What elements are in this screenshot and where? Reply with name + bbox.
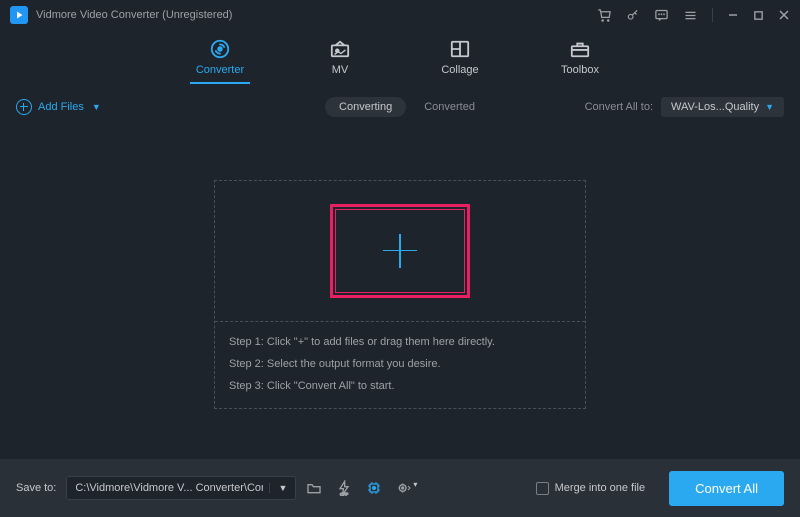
collage-icon <box>449 38 471 60</box>
titlebar: Vidmore Video Converter (Unregistered) <box>0 0 800 30</box>
feedback-icon[interactable] <box>654 8 669 23</box>
plus-circle-icon <box>16 99 32 115</box>
checkbox-icon <box>536 482 549 495</box>
chevron-down-icon: ▼ <box>269 483 287 493</box>
open-folder-icon[interactable] <box>306 481 322 495</box>
key-icon[interactable] <box>626 8 640 22</box>
main-tabs: Converter MV Collage Toolbox <box>0 30 800 90</box>
tab-label: Collage <box>441 64 478 76</box>
hardware-accel-icon[interactable]: OFF <box>336 480 352 496</box>
add-file-frame[interactable] <box>330 204 470 298</box>
cart-icon[interactable] <box>597 8 612 23</box>
menu-icon[interactable] <box>683 8 698 23</box>
save-path-select[interactable]: C:\Vidmore\Vidmore V... Converter\Conver… <box>66 476 296 500</box>
merge-label: Merge into one file <box>555 482 646 494</box>
converted-tab[interactable]: Converted <box>424 101 475 113</box>
maximize-button[interactable] <box>753 10 764 21</box>
step-3: Step 3: Click "Convert All" to start. <box>229 380 571 392</box>
close-button[interactable] <box>778 9 790 21</box>
main-area: Step 1: Click "+" to add files or drag t… <box>0 124 800 464</box>
gpu-accel-icon[interactable] <box>366 480 382 496</box>
merge-checkbox[interactable]: Merge into one file <box>536 482 646 495</box>
window-title: Vidmore Video Converter (Unregistered) <box>36 9 597 21</box>
conversion-status-tabs: Converting Converted <box>325 97 475 117</box>
tab-collage[interactable]: Collage <box>430 38 490 84</box>
dropzone-steps: Step 1: Click "+" to add files or drag t… <box>215 321 585 408</box>
settings-icon[interactable]: ▾ <box>396 480 417 496</box>
svg-text:OFF: OFF <box>340 491 349 496</box>
tab-label: Toolbox <box>561 64 599 76</box>
convert-all-button[interactable]: Convert All <box>669 471 784 506</box>
toolbar: Add Files ▼ Converting Converted Convert… <box>0 90 800 124</box>
tab-converter[interactable]: Converter <box>190 38 250 84</box>
tab-label: MV <box>332 64 349 76</box>
save-path-value: C:\Vidmore\Vidmore V... Converter\Conver… <box>75 482 263 494</box>
toolbox-icon <box>569 38 591 60</box>
step-1: Step 1: Click "+" to add files or drag t… <box>229 336 571 348</box>
converter-icon <box>209 38 231 60</box>
footer-tools: OFF ▾ <box>306 480 417 496</box>
tab-mv[interactable]: MV <box>310 38 370 84</box>
add-files-button[interactable]: Add Files ▼ <box>16 99 101 115</box>
dropzone-top <box>215 181 585 321</box>
chevron-down-icon: ▼ <box>765 102 774 112</box>
add-files-label: Add Files <box>38 101 84 113</box>
convert-all-label: Convert All <box>695 481 758 496</box>
titlebar-divider <box>712 8 713 22</box>
format-value: WAV-Los...Quality <box>671 101 759 113</box>
mv-icon <box>329 38 351 60</box>
convert-all-to-group: Convert All to: WAV-Los...Quality ▼ <box>585 97 784 117</box>
plus-icon <box>383 234 417 268</box>
chevron-down-icon: ▼ <box>92 102 101 112</box>
minimize-button[interactable] <box>727 9 739 21</box>
app-logo <box>10 6 28 24</box>
titlebar-actions <box>597 8 790 23</box>
converting-tab[interactable]: Converting <box>325 97 406 117</box>
save-to-label: Save to: <box>16 482 56 494</box>
output-format-select[interactable]: WAV-Los...Quality ▼ <box>661 97 784 117</box>
convert-all-to-label: Convert All to: <box>585 101 653 113</box>
tab-label: Converter <box>196 64 244 76</box>
step-2: Step 2: Select the output format you des… <box>229 358 571 370</box>
dropzone[interactable]: Step 1: Click "+" to add files or drag t… <box>214 180 586 409</box>
tab-toolbox[interactable]: Toolbox <box>550 38 610 84</box>
footer: Save to: C:\Vidmore\Vidmore V... Convert… <box>0 459 800 517</box>
